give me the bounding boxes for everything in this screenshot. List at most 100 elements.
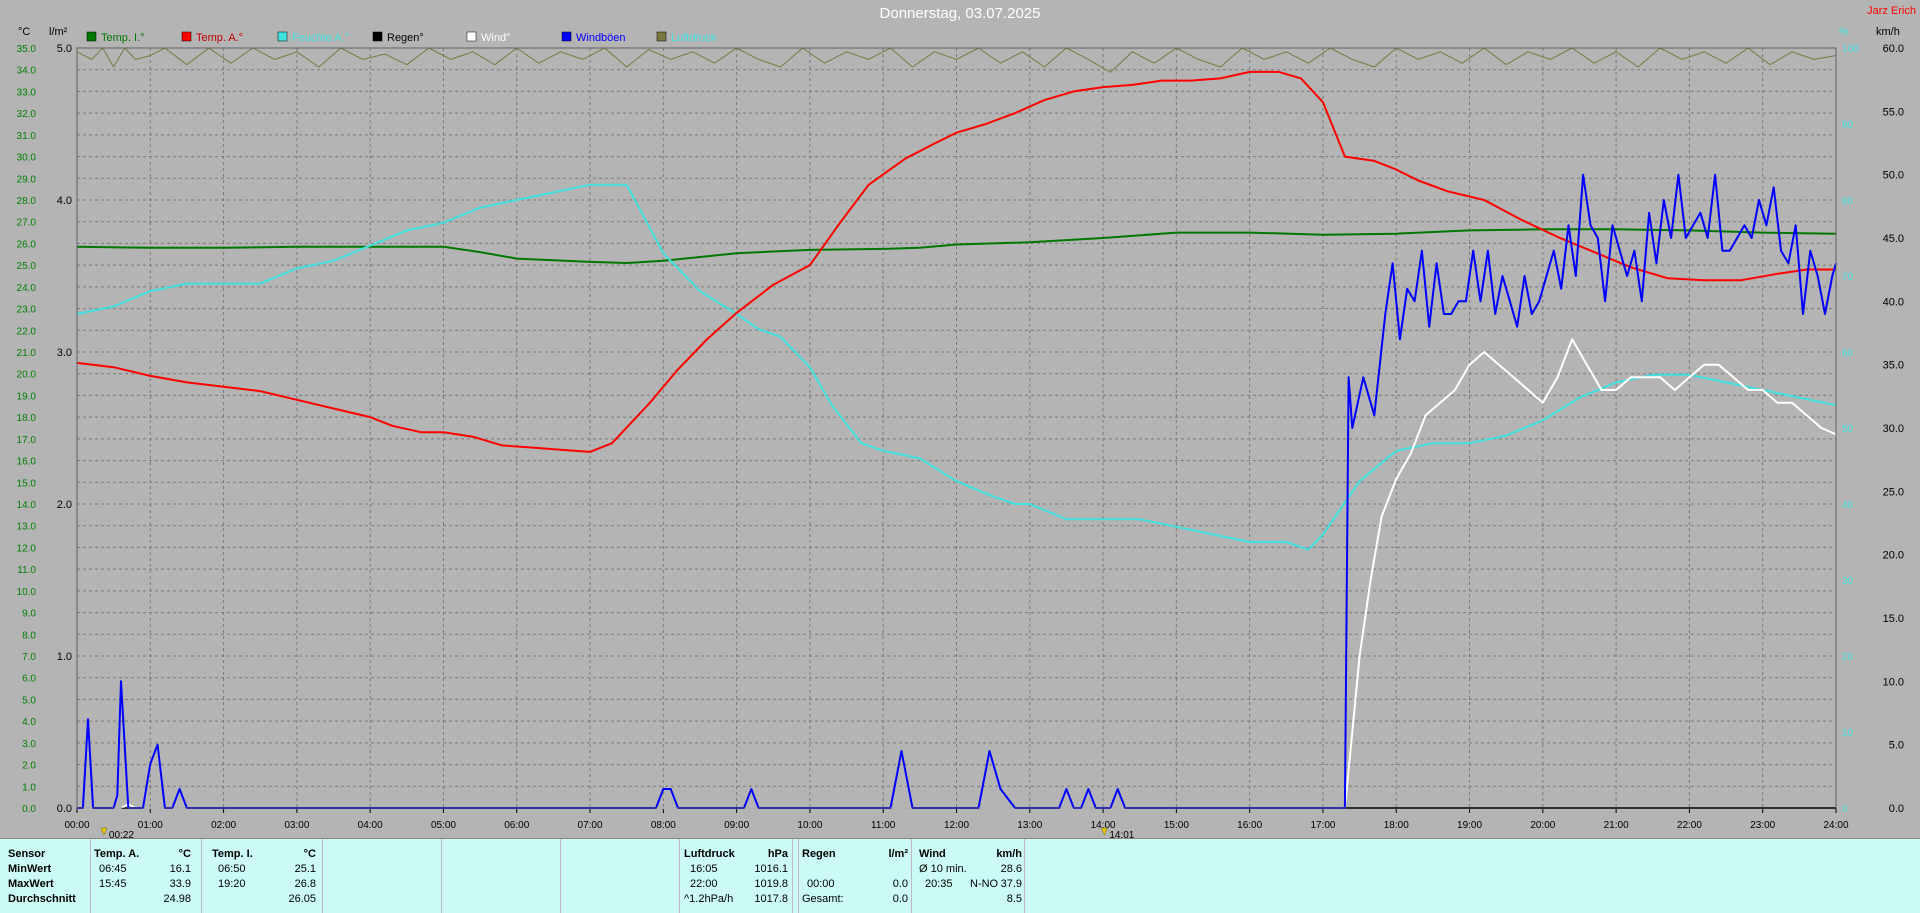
x-tick-label: 06:00 xyxy=(504,820,529,831)
y-tick-wind: 30.0 xyxy=(1883,423,1904,435)
x-tick-label: 05:00 xyxy=(431,820,456,831)
legend-swatch xyxy=(181,31,192,42)
y-tick-temp: 10.0 xyxy=(17,587,37,598)
y-tick-temp: 12.0 xyxy=(17,543,37,554)
y-tick-temp: 4.0 xyxy=(22,717,36,728)
y-tick-wind: 0.0 xyxy=(1889,803,1904,815)
temp-i-max-value: 26.8 xyxy=(294,878,316,890)
y-tick-wind: 20.0 xyxy=(1883,550,1904,562)
y-tick-humidity: 20 xyxy=(1842,652,1854,663)
y-tick-humidity: 50 xyxy=(1842,424,1854,435)
y-tick-temp: 11.0 xyxy=(17,565,36,576)
marker-icon xyxy=(1100,827,1108,836)
y-tick-temp: 5.0 xyxy=(22,695,36,706)
legend-label: Regen° xyxy=(387,32,424,44)
y-tick-temp: 23.0 xyxy=(17,305,37,316)
y-tick-humidity: 70 xyxy=(1842,272,1854,283)
stats-temp-outside: Temp. A. °C 06:45 16.1 15:45 33.9 24.98 xyxy=(91,839,202,913)
max-label: MaxWert xyxy=(8,878,54,890)
y-tick-rain: 4.0 xyxy=(57,195,72,207)
pressure-max-value: 1019.8 xyxy=(754,878,788,890)
y-tick-temp: 13.0 xyxy=(17,522,37,533)
rain-max-time: 00:00 xyxy=(807,878,835,890)
y-tick-temp: 14.0 xyxy=(17,500,37,511)
x-tick-label: 22:00 xyxy=(1677,820,1702,831)
x-tick-label: 04:00 xyxy=(358,820,383,831)
x-tick-label: 18:00 xyxy=(1384,820,1409,831)
wind-max-time: 20:35 xyxy=(925,878,953,890)
stats-empty-3 xyxy=(561,839,680,913)
temp-a-unit: °C xyxy=(178,848,191,860)
y-tick-temp: 1.0 xyxy=(22,782,36,793)
y-tick-wind: 25.0 xyxy=(1883,486,1904,498)
y-tick-temp: 16.0 xyxy=(17,457,37,468)
y-tick-temp: 6.0 xyxy=(22,674,36,685)
y-tick-rain: 3.0 xyxy=(57,347,72,359)
rain-max-value: 0.0 xyxy=(892,878,908,890)
y-tick-humidity: 80 xyxy=(1842,196,1854,207)
x-tick-label: 20:00 xyxy=(1530,820,1555,831)
wind-max-value: 37.9 xyxy=(1000,878,1022,890)
legend-swatch xyxy=(656,31,667,42)
x-tick-label: 11:00 xyxy=(871,820,896,831)
x-tick-label: 13:00 xyxy=(1017,820,1042,831)
stats-pressure: Luftdruck hPa 16:05 1016.1 22:00 1019.8 … xyxy=(682,839,793,913)
y-tick-humidity: 90 xyxy=(1842,120,1854,131)
legend-label: Luftdruck xyxy=(671,32,717,44)
legend-swatch xyxy=(277,31,288,42)
y-tick-humidity: 100 xyxy=(1842,44,1859,55)
wind-max-direction: N-NO xyxy=(970,878,999,890)
y-tick-wind: 40.0 xyxy=(1883,296,1904,308)
x-tick-label: 15:00 xyxy=(1164,820,1189,831)
statistics-panel: Sensor MinWert MaxWert Durchschnitt Temp… xyxy=(0,838,1920,913)
legend-label: Temp. I.° xyxy=(101,32,145,44)
x-tick-label: 09:00 xyxy=(724,820,749,831)
y-tick-wind: 10.0 xyxy=(1883,676,1904,688)
y-tick-temp: 3.0 xyxy=(22,739,36,750)
y-tick-wind: 15.0 xyxy=(1883,613,1904,625)
y-tick-temp: 18.0 xyxy=(17,413,37,424)
weather-chart: Donnerstag, 03.07.2025 Jarz Erich °C l/m… xyxy=(0,0,1920,838)
wind-avg10-value: 28.6 xyxy=(1000,863,1022,875)
legend-label: Windböen xyxy=(576,32,626,44)
legend-swatch xyxy=(372,31,383,42)
rain-title: Regen xyxy=(802,848,836,860)
y-tick-wind: 5.0 xyxy=(1889,740,1904,752)
marker-icon xyxy=(100,827,108,836)
y-tick-temp: 2.0 xyxy=(22,761,36,772)
y-tick-rain: 0.0 xyxy=(57,803,72,815)
y-tick-temp: 8.0 xyxy=(22,630,36,641)
marker-label: 14:01 xyxy=(1109,830,1134,838)
y-tick-temp: 26.0 xyxy=(17,239,37,250)
y-tick-temp: 32.0 xyxy=(17,109,37,120)
y-tick-temp: 34.0 xyxy=(17,66,37,77)
y-tick-wind: 45.0 xyxy=(1883,233,1904,245)
x-tick-label: 07:00 xyxy=(578,820,603,831)
x-tick-label: 17:00 xyxy=(1310,820,1335,831)
y-tick-rain: 1.0 xyxy=(57,651,72,663)
y-tick-temp: 17.0 xyxy=(17,435,37,446)
temp-a-max-value: 33.9 xyxy=(169,878,191,890)
x-tick-label: 00:00 xyxy=(64,820,89,831)
y-tick-humidity: 10 xyxy=(1842,728,1854,739)
x-tick-label: 12:00 xyxy=(944,820,969,831)
temp-i-min-time: 06:50 xyxy=(218,863,246,875)
min-label: MinWert xyxy=(8,863,52,875)
stats-empty-1 xyxy=(323,839,442,913)
pressure-max-time: 22:00 xyxy=(690,878,718,890)
y-tick-rain: 2.0 xyxy=(57,499,72,511)
y-tick-temp: 29.0 xyxy=(17,174,37,185)
sensor-label: Sensor xyxy=(8,848,46,860)
legend-label: Temp. A.° xyxy=(196,32,243,44)
temp-i-max-time: 19:20 xyxy=(218,878,246,890)
y-tick-temp: 20.0 xyxy=(17,370,37,381)
y-tick-temp: 0.0 xyxy=(22,804,36,815)
y-tick-temp: 31.0 xyxy=(17,131,37,142)
pressure-min-time: 16:05 xyxy=(690,863,718,875)
x-tick-label: 03:00 xyxy=(284,820,309,831)
temp-i-min-value: 25.1 xyxy=(294,863,316,875)
y-tick-temp: 33.0 xyxy=(17,87,37,98)
y-tick-temp: 19.0 xyxy=(17,391,37,402)
x-tick-label: 23:00 xyxy=(1750,820,1775,831)
stats-rain: Regen l/m² 00:00 0.0 Gesamt: 0.0 xyxy=(793,839,912,913)
